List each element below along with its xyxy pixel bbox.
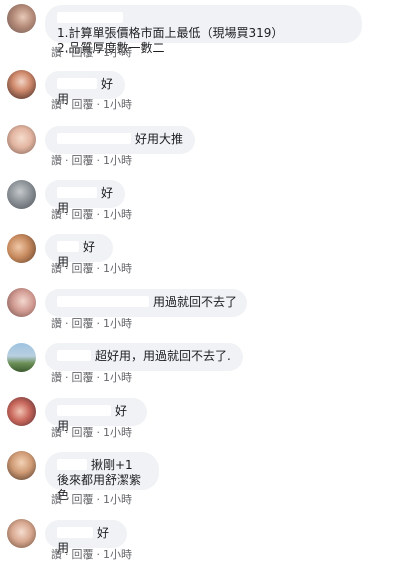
separator: · [96,493,101,506]
like-button[interactable]: 讚 [51,262,62,275]
like-button[interactable]: 讚 [51,371,62,384]
like-button[interactable]: 讚 [51,154,62,167]
author-name[interactable] [57,78,97,89]
separator: · [96,98,101,111]
reply-button[interactable]: 回覆 [72,98,94,111]
comment-bubble: 好用 [45,398,147,433]
separator: · [96,208,101,221]
comment-bubble: 好用 [45,520,127,555]
separator: · [65,98,69,111]
timestamp[interactable]: 1小時 [103,426,132,439]
avatar[interactable] [7,125,36,154]
separator: · [96,154,101,167]
author-name[interactable] [57,405,111,416]
comment-actions: 讚 · 回覆 · 1小時 [51,98,132,111]
timestamp[interactable]: 1小時 [103,548,132,561]
timestamp[interactable]: 1小時 [103,262,132,275]
timestamp[interactable]: 1小時 [103,154,132,167]
separator: · [96,262,101,275]
comment-text-line: 1.計算單張價格市面上最低（現場買319） [57,26,284,40]
comment-actions: 讚 · 回覆 · 1小時 [51,317,132,330]
comment-bubble: 揪剛+1 後來都用舒潔紫色 [45,452,159,502]
separator: · [65,426,69,439]
reply-button[interactable]: 回覆 [72,371,94,384]
author-name[interactable] [57,459,87,470]
comment-actions: 讚 · 回覆 · 1小時 [51,46,132,59]
reply-button[interactable]: 回覆 [72,208,94,221]
timestamp[interactable]: 1小時 [103,371,132,384]
comment-bubble: 好用 [45,234,113,269]
avatar[interactable] [7,397,36,426]
comment-text-line: 好用大推 [135,132,184,146]
avatar[interactable] [7,451,36,480]
like-button[interactable]: 讚 [51,426,62,439]
reply-button[interactable]: 回覆 [72,46,94,59]
timestamp[interactable]: 1小時 [103,208,132,221]
like-button[interactable]: 讚 [51,208,62,221]
avatar[interactable] [7,343,36,372]
separator: · [65,154,69,167]
author-name[interactable] [57,350,91,361]
reply-button[interactable]: 回覆 [72,548,94,561]
separator: · [65,208,69,221]
avatar[interactable] [7,519,36,548]
timestamp[interactable]: 1小時 [103,46,132,59]
timestamp[interactable]: 1小時 [103,493,132,506]
separator: · [96,46,101,59]
separator: · [65,262,69,275]
comment-actions: 讚 · 回覆 · 1小時 [51,426,132,439]
avatar[interactable] [7,70,36,99]
author-name[interactable] [57,241,79,252]
avatar[interactable] [7,288,36,317]
timestamp[interactable]: 1小時 [103,98,132,111]
reply-button[interactable]: 回覆 [72,426,94,439]
reply-button[interactable]: 回覆 [72,317,94,330]
comment-bubble: 1.計算單張價格市面上最低（現場買319） 2.品質厚度數一數二 [45,5,362,55]
comment-bubble: 用過就回不去了 [45,289,247,317]
comment-bubble: 好用大推 [45,126,195,154]
author-name[interactable] [57,527,93,538]
author-name[interactable] [57,12,123,23]
timestamp[interactable]: 1小時 [103,317,132,330]
separator: · [65,371,69,384]
comment-text-line: 揪剛+1 [91,458,133,472]
reply-button[interactable]: 回覆 [72,262,94,275]
comment-text-line: 用過就回不去了 [153,295,238,309]
comment-actions: 讚 · 回覆 · 1小時 [51,208,132,221]
reply-button[interactable]: 回覆 [72,493,94,506]
separator: · [65,317,69,330]
separator: · [96,548,101,561]
avatar[interactable] [7,4,36,33]
like-button[interactable]: 讚 [51,46,62,59]
comment-actions: 讚 · 回覆 · 1小時 [51,548,132,561]
comment-actions: 讚 · 回覆 · 1小時 [51,493,132,506]
separator: · [96,426,101,439]
separator: · [65,493,69,506]
avatar[interactable] [7,234,36,263]
comment-bubble: 超好用，用過就回不去了. [45,343,243,371]
author-name[interactable] [57,133,131,144]
like-button[interactable]: 讚 [51,317,62,330]
separator: · [65,548,69,561]
avatar[interactable] [7,180,36,209]
like-button[interactable]: 讚 [51,548,62,561]
comment-actions: 讚 · 回覆 · 1小時 [51,154,132,167]
comment-actions: 讚 · 回覆 · 1小時 [51,371,132,384]
separator: · [96,317,101,330]
like-button[interactable]: 讚 [51,98,62,111]
separator: · [65,46,69,59]
like-button[interactable]: 讚 [51,493,62,506]
reply-button[interactable]: 回覆 [72,154,94,167]
comment-actions: 讚 · 回覆 · 1小時 [51,262,132,275]
author-name[interactable] [57,187,97,198]
comment-text-line: 超好用，用過就回不去了. [95,349,231,363]
separator: · [96,371,101,384]
author-name[interactable] [57,296,149,307]
comment-bubble: 好用 [45,71,125,106]
comment-bubble: 好用 [45,180,125,215]
